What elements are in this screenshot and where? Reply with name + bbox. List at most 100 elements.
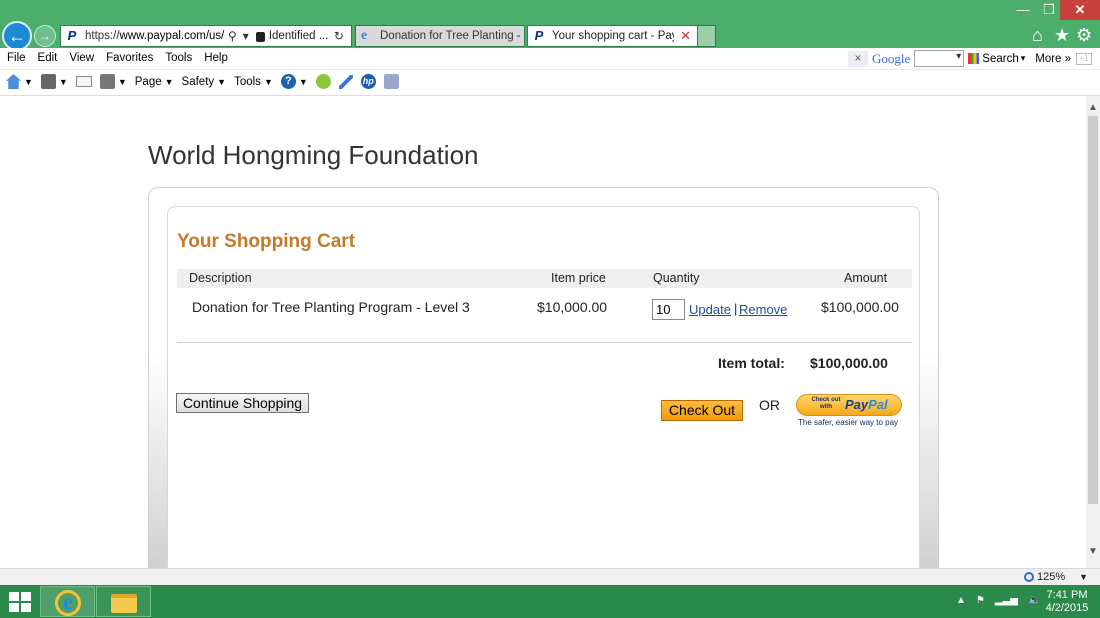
item-price: $10,000.00 bbox=[537, 299, 608, 315]
hp-button[interactable]: hp bbox=[360, 74, 376, 89]
safety-menu-label: Safety bbox=[181, 75, 215, 88]
tab-label: Donation for Tree Planting - Le... bbox=[380, 30, 524, 42]
forward-button[interactable]: → bbox=[34, 25, 56, 47]
cart-table-header: Description Item price Quantity Amount bbox=[177, 269, 912, 288]
printer-icon bbox=[99, 74, 115, 89]
menu-view[interactable]: View bbox=[69, 52, 94, 64]
home-icon bbox=[6, 74, 21, 89]
or-label: OR bbox=[759, 397, 780, 413]
page-title: World Hongming Foundation bbox=[148, 140, 479, 170]
cart-title: Your Shopping Cart bbox=[177, 231, 356, 252]
identity-label[interactable]: Identified ... bbox=[269, 30, 331, 42]
address-url[interactable]: https://www.paypal.com/us/cg bbox=[85, 30, 225, 42]
scroll-up-icon[interactable]: ▲ bbox=[1088, 102, 1098, 113]
system-tray: ▲ ⚑ ▂▃▅ 🔈 bbox=[956, 595, 1040, 606]
help-button[interactable]: ? ▼ bbox=[280, 74, 308, 89]
windows-logo-icon bbox=[9, 592, 19, 601]
zoom-level: 125% bbox=[1037, 571, 1066, 583]
taskbar-internet-explorer[interactable]: e bbox=[40, 586, 95, 617]
tools-menu[interactable]: Tools ▼ bbox=[234, 76, 273, 88]
item-total-value: $100,000.00 bbox=[810, 355, 888, 371]
chevron-down-icon: ▼ bbox=[217, 76, 227, 87]
menu-help[interactable]: Help bbox=[204, 52, 228, 64]
arrow-right-icon: → bbox=[39, 29, 51, 43]
clock[interactable]: 7:41 PM 4/2/2015 bbox=[1040, 589, 1094, 615]
tab-close-icon[interactable]: ✕ bbox=[680, 28, 691, 44]
zoom-icon bbox=[1024, 572, 1034, 582]
paypal-checkout-button[interactable]: Check out with PayPal bbox=[796, 394, 902, 416]
pen-button[interactable] bbox=[338, 74, 353, 89]
refresh-icon[interactable]: ↻ bbox=[334, 29, 344, 43]
vertical-scrollbar[interactable]: ▲ ▼ bbox=[1086, 96, 1100, 568]
feeds-button[interactable]: ▼ bbox=[40, 74, 68, 89]
tab-label: Your shopping cart - PayPal bbox=[552, 30, 674, 42]
google-toolbar-close-icon[interactable]: × bbox=[848, 50, 868, 67]
cart-outer-panel: Your Shopping Cart Description Item pric… bbox=[148, 187, 939, 568]
page-menu-label: Page bbox=[134, 75, 162, 88]
rss-icon bbox=[40, 74, 56, 89]
back-button[interactable]: ← bbox=[2, 21, 32, 51]
print-button[interactable]: ▼ bbox=[99, 74, 127, 89]
favorites-star-icon[interactable]: ★ bbox=[1054, 26, 1070, 44]
arrow-left-icon: ← bbox=[8, 26, 26, 46]
home-button[interactable]: ▼ bbox=[6, 74, 33, 89]
google-toolbar: × Google Search▾ More » +1 bbox=[848, 50, 1093, 67]
paypal-tagline: The safer, easier way to pay bbox=[798, 418, 899, 427]
search-icon[interactable]: ⚲ bbox=[228, 29, 237, 43]
google-search-input[interactable] bbox=[914, 50, 965, 67]
volume-icon[interactable]: 🔈 bbox=[1028, 595, 1040, 606]
continue-shopping-button[interactable]: Continue Shopping bbox=[176, 393, 309, 413]
folder-icon bbox=[111, 594, 137, 613]
menu-file[interactable]: File bbox=[7, 52, 26, 64]
column-quantity: Quantity bbox=[653, 271, 700, 285]
google-logo: Google bbox=[872, 50, 911, 66]
zoom-control[interactable]: 125% ▼ bbox=[1024, 571, 1088, 583]
quantity-input[interactable] bbox=[652, 299, 685, 320]
check-out-button[interactable]: Check Out bbox=[661, 400, 743, 421]
tab-shopping-cart[interactable]: P Your shopping cart - PayPal ✕ bbox=[527, 25, 698, 47]
google-plus-icon[interactable]: +1 bbox=[1076, 52, 1093, 65]
address-dropdown-icon[interactable]: ▾ bbox=[243, 29, 249, 43]
mail-icon bbox=[75, 76, 92, 87]
google-search-label: Search bbox=[982, 52, 1019, 65]
menu-tools[interactable]: Tools bbox=[165, 52, 192, 64]
menu-edit[interactable]: Edit bbox=[38, 52, 58, 64]
update-link[interactable]: Update bbox=[689, 302, 731, 317]
pen-icon bbox=[338, 74, 353, 89]
network-signal-icon[interactable]: ▂▃▅ bbox=[995, 595, 1018, 606]
google-icon bbox=[968, 53, 980, 64]
lock-icon[interactable] bbox=[255, 32, 265, 42]
google-more-button[interactable]: More » bbox=[1035, 53, 1071, 65]
gear-icon[interactable]: ⚙ bbox=[1076, 26, 1092, 44]
address-bar[interactable]: P https://www.paypal.com/us/cg ⚲ ▾ Ident… bbox=[60, 25, 352, 47]
paypal-logo-pal: Pal bbox=[868, 397, 888, 412]
tray-expand-icon[interactable]: ▲ bbox=[956, 595, 966, 606]
windows-taskbar: e ▲ ⚑ ▂▃▅ 🔈 7:41 PM 4/2/2015 bbox=[0, 585, 1100, 618]
start-button[interactable] bbox=[9, 592, 31, 612]
close-window-button[interactable]: ✕ bbox=[1060, 0, 1100, 20]
mail-button[interactable] bbox=[75, 76, 92, 87]
column-amount: Amount bbox=[844, 271, 888, 285]
research-button[interactable] bbox=[383, 74, 399, 89]
tools-menu-label: Tools bbox=[234, 75, 261, 88]
help-icon: ? bbox=[280, 74, 296, 89]
taskbar-file-explorer[interactable] bbox=[96, 586, 151, 617]
menu-bar: File Edit View Favorites Tools Help × Go… bbox=[0, 48, 1100, 70]
tab-donation[interactable]: e Donation for Tree Planting - Le... bbox=[355, 25, 525, 47]
scroll-down-icon[interactable]: ▼ bbox=[1088, 546, 1098, 557]
hp-icon: hp bbox=[360, 74, 376, 89]
remove-link[interactable]: Remove bbox=[739, 302, 787, 317]
paypal-button-small-text: Check out with bbox=[811, 397, 841, 410]
menu-favorites[interactable]: Favorites bbox=[106, 52, 153, 64]
clock-date: 4/2/2015 bbox=[1045, 602, 1089, 614]
skype-button[interactable] bbox=[315, 74, 331, 89]
scrollbar-thumb[interactable] bbox=[1088, 116, 1098, 504]
flag-icon[interactable]: ⚑ bbox=[976, 595, 985, 606]
home-icon[interactable]: ⌂ bbox=[1032, 26, 1043, 44]
page-viewport: World Hongming Foundation Your Shopping … bbox=[0, 96, 1086, 568]
safety-menu[interactable]: Safety ▼ bbox=[182, 76, 227, 88]
page-menu[interactable]: Page ▼ bbox=[135, 76, 174, 88]
new-tab-button[interactable] bbox=[698, 25, 716, 47]
google-search-button[interactable]: Search ▾ bbox=[968, 53, 1025, 65]
chevron-down-icon: ▼ bbox=[24, 76, 33, 87]
